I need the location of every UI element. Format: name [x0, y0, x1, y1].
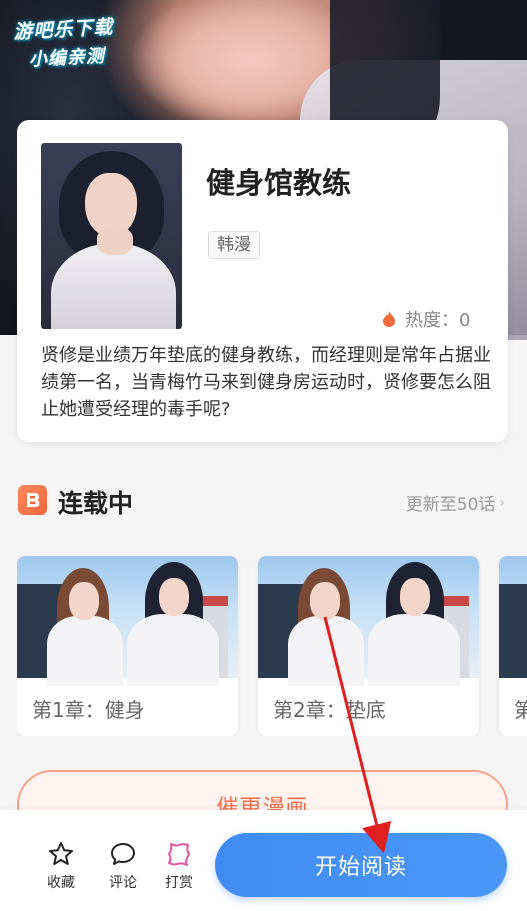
chapter-label: 第1章：健身	[32, 698, 145, 722]
update-info-link[interactable]: 更新至50话 ›	[405, 490, 505, 516]
watermark-line2: 小编亲测	[28, 45, 106, 71]
chapter-card[interactable]: 第	[499, 556, 527, 736]
comic-cover[interactable]	[41, 143, 182, 329]
reward-icon	[168, 843, 190, 866]
chapter-thumbnail	[17, 556, 238, 686]
comic-description: 贤修是业绩万年垫底的健身教练，而经理则是常年占据业绩第一名，当青梅竹马来到健身房…	[41, 345, 491, 420]
heat-indicator: 热度：0	[381, 306, 470, 332]
reward-label: 打赏	[165, 875, 193, 891]
comment-button[interactable]: 评论	[103, 840, 143, 892]
comic-info-card: 健身馆教练 韩漫 热度：0 贤修是业绩万年垫底的健身教练，而经理则是常年占据业绩…	[17, 120, 508, 442]
update-info-text: 更新至50话	[405, 495, 496, 515]
chapter-list: 第1章：健身 第2章：垫底 第	[17, 556, 527, 736]
comic-title: 健身馆教练	[206, 166, 352, 200]
chapter-card[interactable]: 第2章：垫底	[258, 556, 479, 736]
collect-label: 收藏	[47, 875, 75, 891]
watermark-logo: 游吧乐下载 小编亲测	[13, 11, 146, 73]
chapter-thumbnail	[258, 556, 479, 686]
chapter-thumbnail	[499, 556, 527, 678]
heat-label: 热度：0	[405, 310, 471, 331]
chapter-label: 第	[514, 698, 527, 722]
chapter-card[interactable]: 第1章：健身	[17, 556, 238, 736]
genre-tag[interactable]: 韩漫	[208, 231, 260, 259]
start-reading-button[interactable]: 开始阅读	[215, 833, 507, 897]
fire-icon	[381, 310, 397, 328]
reward-button[interactable]: 打赏	[159, 840, 199, 892]
comment-icon	[111, 843, 135, 865]
collect-button[interactable]: 收藏	[41, 840, 81, 892]
chevron-right-icon: ›	[499, 494, 505, 511]
star-icon	[49, 842, 73, 865]
comment-label: 评论	[109, 875, 137, 891]
chapter-label: 第2章：垫底	[273, 698, 386, 722]
serial-status-title: 连载中	[58, 489, 134, 518]
serial-book-icon	[18, 485, 47, 515]
watermark-line1: 游吧乐下载	[12, 16, 114, 44]
